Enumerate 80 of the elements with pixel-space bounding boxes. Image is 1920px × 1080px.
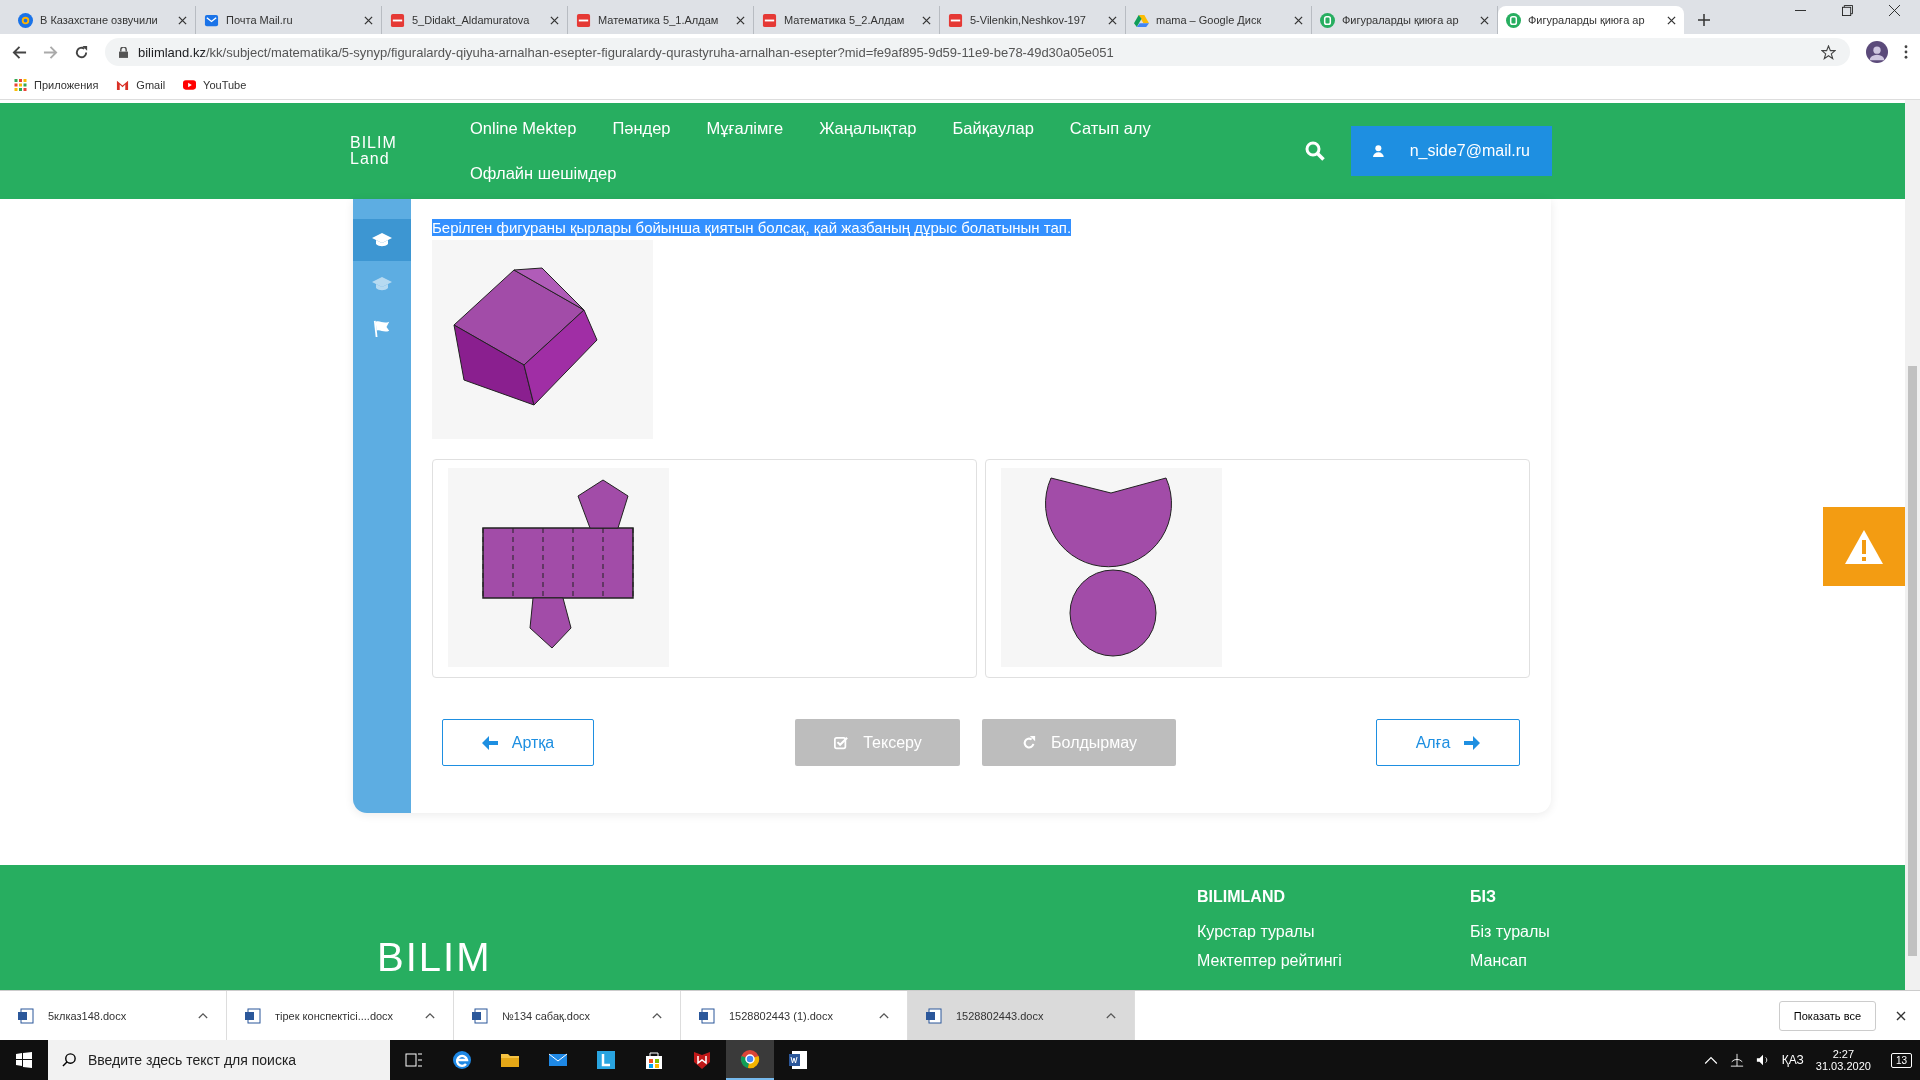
browser-e-icon[interactable] [452, 1050, 472, 1070]
flag-icon [372, 319, 392, 337]
windows-logo-icon[interactable] [16, 1052, 32, 1068]
pdf-file-icon [576, 12, 591, 28]
address-bar[interactable]: bilimland.kz/kk/subject/matematika/5-synyp/figuralardy-qiyuha-arnalhan-esepter-figuralardy-qurastyruha-arnalhan-esepter?mid=fe9af895-9d59-11e9-be78-49d30a05e051 [105, 38, 1850, 66]
close-icon[interactable] [922, 15, 931, 25]
footer-heading: БІЗ [1470, 888, 1497, 906]
answer-option[interactable] [432, 459, 977, 678]
shopping-bag-icon[interactable] [644, 1050, 664, 1070]
site-logo-icon [1506, 12, 1521, 28]
bookmark[interactable]: YouTube [183, 78, 247, 91]
scrollbar[interactable] [1905, 100, 1920, 990]
download-item[interactable]: 1528802443.docx [908, 991, 1135, 1040]
person-icon [1373, 142, 1384, 160]
word-document-icon [699, 1007, 715, 1024]
word-icon[interactable] [788, 1050, 808, 1070]
at-sign-icon [18, 12, 33, 28]
pdf-file-icon [762, 12, 777, 28]
l-tile-icon[interactable] [596, 1050, 616, 1070]
right-arrow-icon [1464, 735, 1481, 750]
browser-tab[interactable]: Фигураларды қиюға ар [1498, 6, 1684, 34]
graduation-cap-icon [372, 231, 392, 249]
close-icon[interactable] [736, 15, 745, 25]
word-document-icon [926, 1007, 942, 1024]
action-button[interactable]: Артқа [442, 719, 594, 766]
reload-icon[interactable] [74, 44, 89, 60]
pdf-file-icon [390, 12, 405, 28]
clock[interactable]: 2:27 31.03.2020 [1815, 1048, 1871, 1072]
caret-icon[interactable] [198, 1012, 208, 1019]
caret-icon[interactable] [879, 1012, 889, 1019]
search-icon [62, 1052, 77, 1067]
caret-icon[interactable] [425, 1012, 435, 1019]
volume-icon[interactable] [1755, 1053, 1770, 1067]
graduation-cap-icon [372, 275, 392, 293]
warning-icon [1844, 528, 1884, 565]
close-icon[interactable] [178, 15, 187, 25]
caret-icon[interactable] [652, 1012, 662, 1019]
star-icon[interactable] [1821, 44, 1836, 60]
sidebar-item[interactable] [353, 219, 411, 261]
show-all-button[interactable]: Показать все [1778, 1000, 1876, 1031]
close-icon[interactable] [1896, 1010, 1906, 1021]
chrome-icon[interactable] [740, 1049, 760, 1069]
checkbox-icon [833, 735, 850, 750]
play-icon [183, 78, 197, 91]
word-document-icon [245, 1007, 261, 1024]
search-icon[interactable] [1305, 141, 1325, 161]
footer-heading: BILIMLAND [1197, 888, 1286, 906]
shield-icon[interactable] [692, 1050, 712, 1070]
close-icon[interactable] [1889, 4, 1900, 16]
taskbar-search-field[interactable]: Введите здесь текст для поиска [48, 1040, 390, 1080]
word-document-icon [472, 1007, 488, 1024]
bookmark[interactable]: Приложения [14, 78, 99, 91]
pdf-file-icon [948, 12, 963, 28]
notification-button[interactable]: 13 [1890, 1052, 1912, 1068]
network-icon[interactable] [1729, 1053, 1744, 1067]
close-icon[interactable] [1108, 15, 1117, 25]
close-icon[interactable] [1480, 15, 1489, 25]
envelope-icon [204, 12, 219, 28]
close-icon[interactable] [364, 15, 373, 25]
restore-icon[interactable] [1842, 4, 1853, 16]
word-document-icon [18, 1007, 34, 1024]
language-indicator[interactable]: ҚАЗ [1781, 1053, 1804, 1067]
triangle-icon [1134, 12, 1149, 28]
grid-icon [14, 78, 27, 91]
menu-icon[interactable] [1904, 45, 1908, 59]
new-tab-icon[interactable] [1698, 14, 1710, 26]
question-text: Берілген фигураны қырлары бойынша қиятын болсақ, қай жазбаның дұрыс болатынын тап. [432, 219, 1072, 236]
close-icon[interactable] [550, 15, 559, 25]
bookmark[interactable]: Gmail [116, 78, 166, 91]
task-view-icon[interactable] [404, 1050, 424, 1070]
m-envelope-icon [116, 78, 130, 91]
back-arrow-icon[interactable] [12, 44, 27, 60]
left-arrow-icon [481, 735, 498, 750]
answer-option[interactable] [985, 459, 1530, 678]
close-icon[interactable] [1294, 15, 1303, 25]
lock-icon [119, 46, 128, 58]
site-logo-icon [1320, 12, 1335, 28]
avatar-icon[interactable] [1866, 41, 1888, 63]
redo-icon [1021, 735, 1038, 750]
close-icon[interactable] [1667, 15, 1676, 25]
